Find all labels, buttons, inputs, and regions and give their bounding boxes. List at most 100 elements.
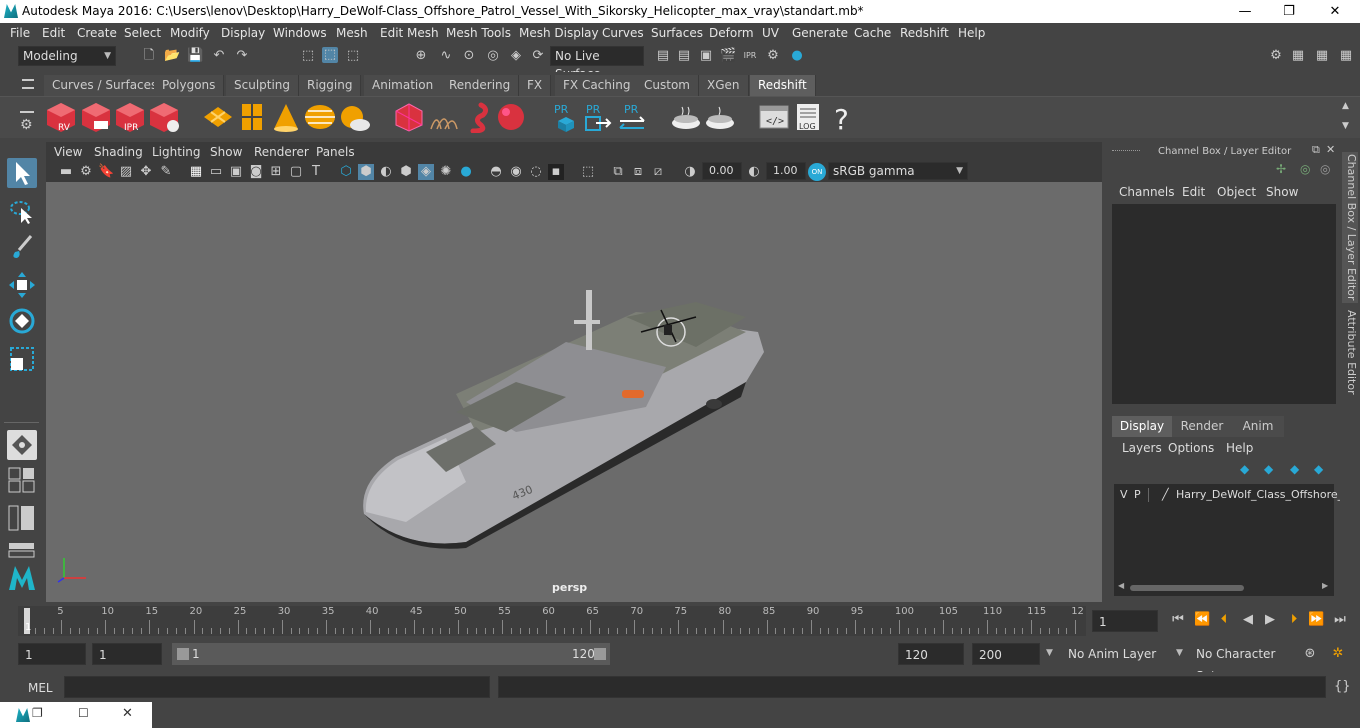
step-back-key-icon[interactable]: ⏴ <box>1216 612 1232 628</box>
channel-menu-show[interactable]: Show <box>1266 185 1298 199</box>
grid-toggle-icon[interactable]: ▦ <box>188 164 204 180</box>
redshift-proxy-export-icon[interactable]: PR <box>550 101 582 133</box>
menu-deform[interactable]: Deform <box>709 26 754 40</box>
tab-channel-box[interactable]: Channel Box / Layer Editor <box>1342 152 1358 303</box>
snap-surface-icon[interactable]: ◈ <box>508 48 524 64</box>
menu-display[interactable]: Display <box>221 26 265 40</box>
panel-menu-shading[interactable]: Shading <box>94 145 143 159</box>
redshift-material-icon[interactable] <box>495 101 527 133</box>
auto-key-icon[interactable]: ⊛ <box>1302 646 1318 662</box>
channel-menu-channels[interactable]: Channels <box>1119 185 1175 199</box>
redshift-proxy-icon[interactable] <box>393 101 425 133</box>
panel-menu-lighting[interactable]: Lighting <box>152 145 201 159</box>
snap-curve-icon[interactable]: ∿ <box>438 48 454 64</box>
redo-icon[interactable]: ↷ <box>234 48 250 64</box>
layer-menu-options[interactable]: Options <box>1168 441 1214 455</box>
safe-title-icon[interactable]: T <box>308 164 324 180</box>
play-forwards-icon[interactable]: ▶ <box>1262 612 1278 628</box>
tab-rigging[interactable]: Rigging <box>299 75 362 96</box>
menu-create[interactable]: Create <box>77 26 117 40</box>
perspective-viewport[interactable]: 430 persp <box>46 182 1102 602</box>
menu-help[interactable]: Help <box>958 26 985 40</box>
paint-select-tool-icon[interactable] <box>7 232 37 262</box>
image-plane-icon[interactable]: ▨ <box>118 164 134 180</box>
outliner-layout-icon[interactable] <box>7 504 37 532</box>
layer-tab-render[interactable]: Render <box>1172 416 1232 437</box>
camera-select-icon[interactable]: ▬ <box>58 164 74 180</box>
workspace-icon[interactable]: ⚙ <box>1268 48 1284 64</box>
open-scene-icon[interactable]: 📂 <box>164 48 180 64</box>
anti-aliasing-icon[interactable]: ◉ <box>508 164 524 180</box>
move-tool-icon[interactable] <box>7 270 37 300</box>
color-management-toggle-icon[interactable]: ON <box>808 163 826 181</box>
undo-icon[interactable]: ↶ <box>211 48 227 64</box>
menu-windows[interactable]: Windows <box>273 26 327 40</box>
xray-active-icon[interactable]: ⧈ <box>630 164 646 180</box>
layer-scrollbar[interactable]: ◀ ▶ <box>1118 581 1330 592</box>
menu-surfaces[interactable]: Surfaces <box>651 26 703 40</box>
timeline-ruler[interactable]: 5 10 15 20 25 30 35 40 45 50 55 60 65 70 75 80 85 90 95 100… <box>18 606 1086 636</box>
exposure-field[interactable]: 0.00 <box>702 162 742 180</box>
panel-menu-show[interactable]: Show <box>210 145 242 159</box>
redshift-batch-render-icon[interactable] <box>80 101 112 133</box>
go-to-end-icon[interactable]: ⏭ <box>1332 612 1348 628</box>
single-pane-layout-icon[interactable] <box>7 430 37 460</box>
menu-uv[interactable]: UV <box>762 26 779 40</box>
motion-blur-icon[interactable]: ◓ <box>488 164 504 180</box>
snap-point-icon[interactable]: ⊙ <box>461 48 477 64</box>
maximize-button[interactable]: ❐ <box>1266 0 1312 23</box>
redshift-render-settings-icon[interactable] <box>148 101 180 133</box>
close-panel-icon[interactable]: ✕ <box>1326 143 1335 156</box>
channel-box-settings-icon[interactable]: ◎ <box>1320 162 1330 176</box>
menu-select[interactable]: Select <box>124 26 161 40</box>
menu-set-dropdown[interactable]: Modeling ▼ <box>18 46 116 66</box>
close-button[interactable]: ✕ <box>1312 0 1358 23</box>
menu-curves[interactable]: Curves <box>602 26 644 40</box>
input-ops-icon[interactable]: ▤ <box>655 48 671 64</box>
move-layer-up-icon[interactable]: ◆ <box>1240 462 1249 476</box>
script-editor-icon[interactable]: {} <box>1334 679 1351 695</box>
toggle-tool-settings-icon[interactable]: ▦ <box>1338 48 1354 64</box>
textured-icon[interactable]: ⬢ <box>398 164 414 180</box>
wireframe-icon[interactable]: ⬡ <box>338 164 354 180</box>
redshift-bake-icon[interactable] <box>670 101 702 133</box>
tab-fx-caching[interactable]: FX Caching <box>555 75 640 96</box>
redshift-volume-icon[interactable] <box>461 101 493 134</box>
layer-menu-layers[interactable]: Layers <box>1122 441 1162 455</box>
redshift-ies-light-icon[interactable] <box>270 101 302 133</box>
layer-type-toggle[interactable] <box>1148 488 1158 502</box>
shelf-scroll-up-icon[interactable]: ▲ <box>1342 101 1349 111</box>
tab-animation[interactable]: Animation <box>364 75 443 96</box>
snap-view-icon[interactable]: ◎ <box>485 48 501 64</box>
hypershade-icon[interactable]: ● <box>789 48 805 64</box>
menu-generate[interactable]: Generate <box>792 26 848 40</box>
isolate-select-icon[interactable]: ▪ <box>548 164 564 180</box>
range-end-handle[interactable] <box>594 648 606 660</box>
command-language-label[interactable]: MEL <box>28 681 53 695</box>
select-tool-icon[interactable] <box>7 158 37 188</box>
redshift-sun-sky-icon[interactable] <box>338 101 370 133</box>
chevron-down-icon[interactable]: ▼ <box>1046 648 1053 658</box>
channel-box-mode-icon[interactable]: ✢ <box>1276 162 1286 176</box>
tab-fx[interactable]: FX <box>519 75 552 96</box>
lasso-tool-icon[interactable] <box>7 196 37 226</box>
tab-polygons[interactable]: Polygons <box>154 75 225 96</box>
current-frame-field[interactable]: 1 <box>1092 610 1158 632</box>
channel-menu-edit[interactable]: Edit <box>1182 185 1205 199</box>
character-set-dropdown[interactable]: No Character Set <box>1190 643 1290 683</box>
end-time-field[interactable]: 200 <box>972 643 1040 665</box>
graph-editor-layout-icon[interactable] <box>7 542 37 558</box>
redshift-portal-light-icon[interactable] <box>236 101 268 133</box>
step-back-frame-icon[interactable]: ⏪ <box>1194 612 1210 628</box>
film-gate-icon[interactable]: ▭ <box>208 164 224 180</box>
view-transform-dropdown[interactable]: sRGB gamma ▼ <box>828 162 968 180</box>
go-to-start-icon[interactable]: ⏮ <box>1170 612 1186 628</box>
menu-cache[interactable]: Cache <box>854 26 891 40</box>
new-layer-icon[interactable]: ◆ <box>1290 462 1299 476</box>
menu-edit[interactable]: Edit <box>42 26 65 40</box>
menu-mesh-tools[interactable]: Mesh Tools <box>446 26 511 40</box>
animation-preferences-icon[interactable]: ✲ <box>1330 646 1346 662</box>
gate-mask-icon[interactable]: ◙ <box>248 164 264 180</box>
make-live-icon[interactable]: ⟳ <box>530 48 546 64</box>
menu-mesh-display[interactable]: Mesh Display <box>519 26 599 40</box>
